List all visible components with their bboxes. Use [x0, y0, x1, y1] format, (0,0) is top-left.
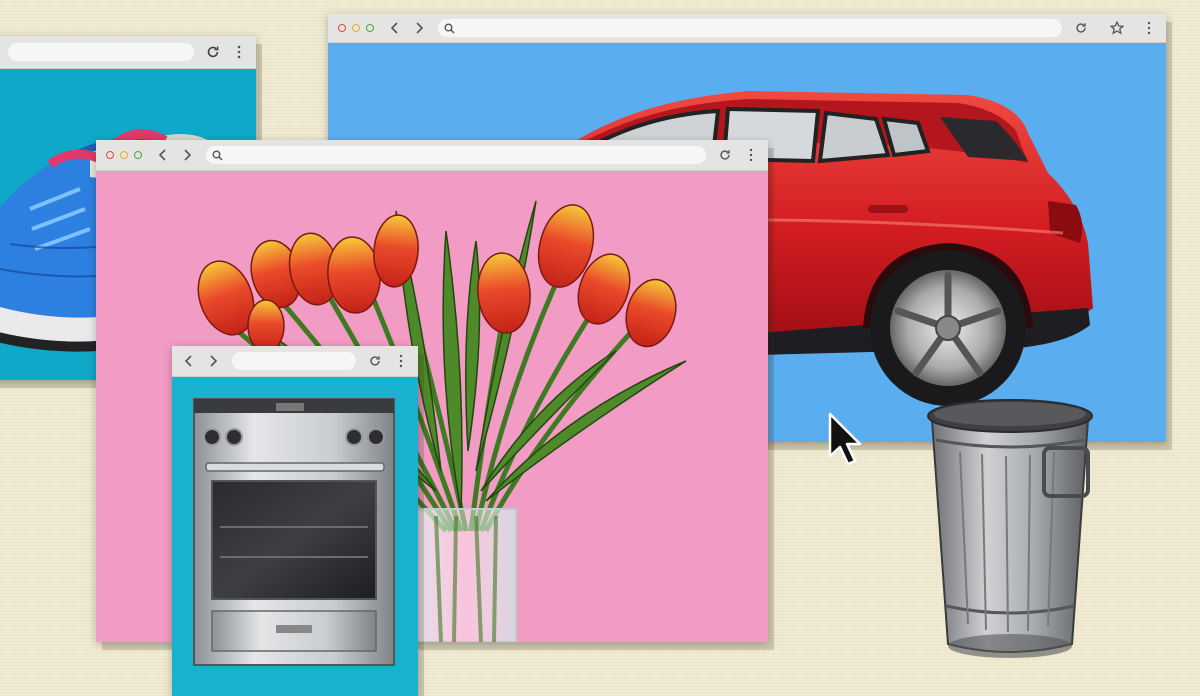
- tulips-address-bar[interactable]: [206, 146, 706, 164]
- close-window-dot[interactable]: [106, 151, 114, 159]
- search-icon: [212, 150, 223, 161]
- oven-address-bar[interactable]: [232, 352, 356, 370]
- reload-icon[interactable]: [366, 352, 384, 370]
- maximize-window-dot[interactable]: [366, 24, 374, 32]
- minimize-window-dot[interactable]: [120, 151, 128, 159]
- reload-icon[interactable]: [716, 146, 734, 164]
- window-controls: [338, 24, 374, 32]
- kebab-menu-icon[interactable]: [392, 352, 410, 370]
- car-address-bar[interactable]: [438, 19, 1062, 37]
- reload-icon[interactable]: [204, 43, 222, 61]
- chevron-left-icon[interactable]: [154, 146, 172, 164]
- chevron-left-icon[interactable]: [386, 19, 404, 37]
- chevron-right-icon[interactable]: [178, 146, 196, 164]
- oven-window-toolbar: [172, 346, 418, 377]
- search-icon: [444, 23, 455, 34]
- oven-image: [172, 377, 418, 696]
- trash-can-icon[interactable]: [920, 392, 1100, 662]
- tulips-window-toolbar: [96, 140, 768, 171]
- kebab-menu-icon[interactable]: [742, 146, 760, 164]
- chevron-right-icon[interactable]: [410, 19, 428, 37]
- reload-icon[interactable]: [1072, 19, 1090, 37]
- kebab-menu-icon[interactable]: [230, 43, 248, 61]
- chevron-right-icon[interactable]: [204, 352, 222, 370]
- shoes-address-bar[interactable]: [8, 43, 194, 61]
- kebab-menu-icon[interactable]: [1140, 19, 1158, 37]
- star-icon[interactable]: [1108, 19, 1126, 37]
- oven-window: [172, 346, 418, 696]
- minimize-window-dot[interactable]: [352, 24, 360, 32]
- mouse-cursor: [826, 412, 866, 468]
- car-window-toolbar: [328, 14, 1166, 43]
- shoes-window-toolbar: [0, 36, 256, 69]
- close-window-dot[interactable]: [338, 24, 346, 32]
- maximize-window-dot[interactable]: [134, 151, 142, 159]
- window-controls: [106, 151, 142, 159]
- chevron-left-icon[interactable]: [180, 352, 198, 370]
